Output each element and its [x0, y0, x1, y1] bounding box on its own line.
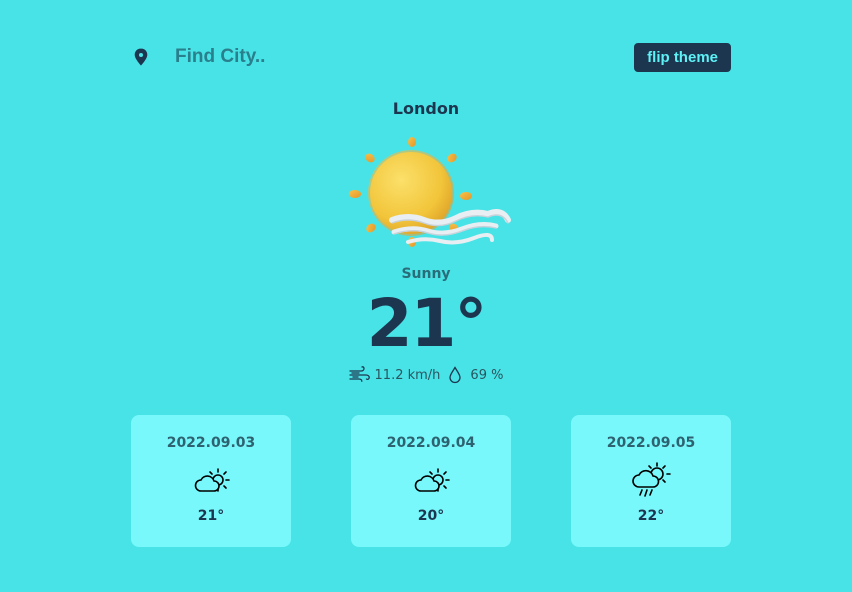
forecast-temperature: 22° [637, 508, 665, 524]
wind-speed: 11.2 km/h [374, 367, 441, 383]
weather-condition: Sunny [401, 266, 451, 282]
forecast-card[interactable]: 2022.09.04 20° [351, 415, 511, 547]
humidity-drop-icon [449, 366, 462, 384]
forecast-date: 2022.09.05 [606, 435, 696, 451]
location-pin-icon[interactable] [131, 47, 151, 67]
weather-stats: 11.2 km/h 69 % [0, 366, 852, 384]
sun-cloud-rain-icon [632, 462, 671, 497]
partly-cloudy-icon [194, 468, 230, 492]
partly-cloudy-icon [414, 468, 450, 492]
forecast-date: 2022.09.04 [386, 435, 476, 451]
forecast-temperature: 20° [417, 508, 445, 524]
city-search-input[interactable] [169, 42, 421, 72]
top-bar: flip theme [131, 42, 731, 72]
forecast-date: 2022.09.03 [166, 435, 256, 451]
city-name: London [392, 99, 460, 118]
flip-theme-button[interactable]: flip theme [634, 43, 731, 72]
current-temperature: 21° [366, 285, 488, 362]
forecast-temperature: 21° [197, 508, 225, 524]
forecast-card[interactable]: 2022.09.05 22° [571, 415, 731, 547]
wind-icon [348, 366, 370, 382]
sun-with-wind-icon [349, 137, 511, 247]
humidity-value: 69 % [470, 367, 504, 383]
forecast-card[interactable]: 2022.09.03 21° [131, 415, 291, 547]
